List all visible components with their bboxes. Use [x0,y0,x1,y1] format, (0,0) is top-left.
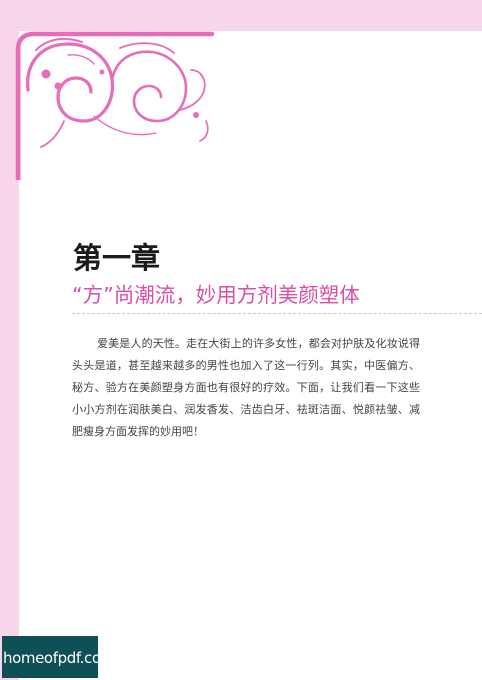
dashed-divider [72,313,482,314]
chapter-subtitle: “方”尚潮流，妙用方剂美颜塑体 [72,283,360,307]
chapter-title: 第一章 [73,241,161,275]
body-paragraph: 爱美是人的天性。走在大街上的许多女性，都会对护肤及化妆说得头头是道，甚至越来越多… [72,337,420,438]
watermark-badge: homeofpdf.com [2,636,115,678]
corner-ornament-icon [15,31,215,180]
page-frame: 第一章 “方”尚潮流，妙用方剂美颜塑体 爱美是人的天性。走在大街上的许多女性，都… [0,0,482,680]
